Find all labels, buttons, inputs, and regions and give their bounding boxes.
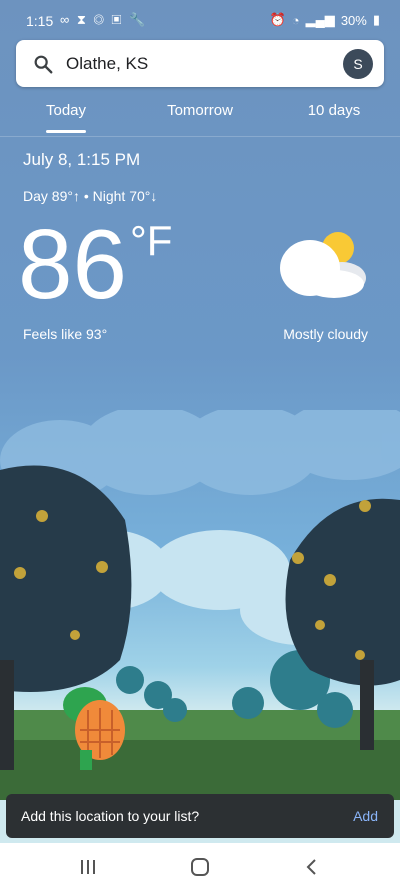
tab-10-days[interactable]: 10 days — [294, 102, 374, 119]
feels-like: Feels like 93° — [23, 326, 108, 342]
tab-today[interactable]: Today — [26, 102, 106, 119]
location-text[interactable]: Olathe, KS — [66, 54, 148, 74]
status-time: 1:15 — [26, 13, 54, 29]
avatar[interactable]: S — [343, 49, 373, 79]
condition-text: Mostly cloudy — [283, 326, 368, 342]
add-location-toast: Add this location to your list? Add — [6, 794, 394, 838]
search-bar[interactable]: Olathe, KS S — [16, 40, 384, 87]
tab-indicator — [46, 130, 86, 133]
status-bar: 1:15 ∞ ⧗ ◎ ▣ 🔧 ⏰ ◔ ▂▄▆ 30% ▮ — [0, 0, 400, 40]
home-icon[interactable] — [190, 857, 210, 877]
mostly-cloudy-icon — [280, 232, 366, 298]
tabs-divider — [0, 136, 400, 137]
search-icon[interactable] — [32, 53, 54, 75]
temperature-unit: °F — [130, 217, 173, 264]
toast-message: Add this location to your list? — [21, 808, 200, 824]
system-nav-bar — [0, 843, 400, 889]
recent-apps-icon[interactable] — [78, 857, 98, 877]
wifi-icon: ◔ — [291, 12, 300, 28]
current-temperature: 86 °F — [18, 215, 172, 313]
temperature-value: 86 — [18, 209, 128, 319]
forecast-tabs: Today Tomorrow 10 days — [0, 96, 400, 136]
alarm-icon: ⏰ — [269, 12, 286, 27]
system-icons: ⏰ ◔ ▂▄▆ 30% ▮ — [270, 12, 380, 28]
date-time: July 8, 1:15 PM — [23, 150, 141, 169]
day-night-temps: Day 89°↑ • Night 70°↓ — [23, 188, 158, 204]
weather-illustration — [0, 410, 400, 800]
back-icon[interactable] — [302, 857, 322, 877]
tab-tomorrow[interactable]: Tomorrow — [150, 102, 250, 119]
signal-icon: ▂▄▆ — [305, 12, 335, 27]
battery-percent: 30% — [340, 12, 367, 28]
notification-icons: ∞ ⧗ ◎ ▣ 🔧 — [60, 12, 148, 27]
add-button[interactable]: Add — [353, 808, 378, 824]
battery-icon: ▮ — [372, 12, 380, 27]
